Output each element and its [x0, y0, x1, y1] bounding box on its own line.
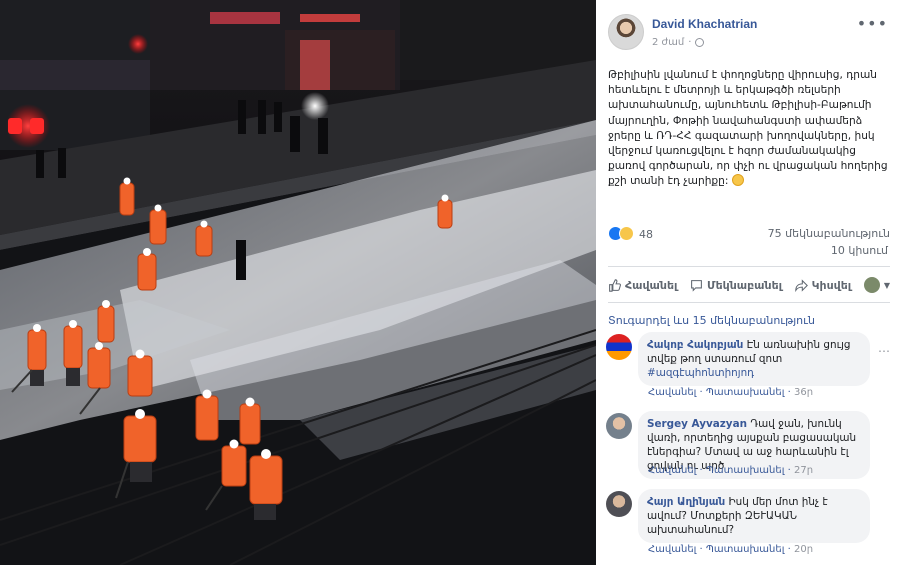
- comment-bubble: Հակոբ Հակոբյան Էն առնախին ցույց տվեք թող…: [638, 332, 870, 386]
- emoji-icon: [731, 174, 744, 187]
- reactions-bar: 48 75 մեկնաբանություն: [608, 226, 890, 242]
- comment-time[interactable]: 27ր: [794, 465, 813, 476]
- chevron-down-icon: ▼: [883, 280, 890, 290]
- like-label: Հավանել: [625, 278, 678, 292]
- comment-bubble: Հայր Աղինյան Իսկ մեր մոտ ինչ է ավում? Մո…: [638, 489, 870, 543]
- like-button[interactable]: Հավանել: [608, 279, 677, 292]
- comment-time[interactable]: 20ր: [794, 544, 813, 555]
- author-name[interactable]: David Khachatrian: [652, 17, 757, 31]
- street-cleaning-photo: [0, 0, 596, 565]
- thumbs-up-icon: [609, 278, 621, 292]
- commenter-name[interactable]: Հակոբ Հակոբյան: [647, 339, 743, 351]
- comment-item: Հայր Աղինյան Իսկ մեր մոտ ինչ է ավում? Մո…: [606, 489, 894, 559]
- post-body: Թբիլիսին լվանում է փողոցները վիրուսից, դ…: [608, 69, 888, 188]
- comment-like-link[interactable]: Հավանել: [648, 465, 696, 476]
- comment-meta: Հավանել · Պատասխանել · 20ր: [648, 544, 814, 555]
- haha-reaction-icon[interactable]: [619, 226, 634, 241]
- post-time[interactable]: 2 ժամ: [652, 37, 684, 48]
- post-actions: Հավանել Մեկնաբանել Կիսվել ▼: [608, 276, 890, 294]
- post-text: Թբիլիսին լվանում է փողոցները վիրուսից, դ…: [608, 68, 890, 190]
- comment-time[interactable]: 36ր: [794, 387, 813, 398]
- comment-meta: Հավանել · Պատասխանել · 36ր: [648, 387, 814, 398]
- post-meta: 2 ժամ ·: [652, 37, 705, 48]
- hashtag-link[interactable]: #ազգէպհոնտիոյոդ: [647, 367, 754, 379]
- post-header: David Khachatrian 2 ժամ · •••: [608, 14, 890, 54]
- reaction-as-selector[interactable]: ▼: [863, 277, 890, 293]
- comment-meta: Հավանել · Պատասխանել · 27ր: [648, 465, 814, 476]
- commenter-avatar[interactable]: [606, 491, 632, 517]
- reactions-count[interactable]: 48: [639, 228, 653, 241]
- comments-count[interactable]: 75 մեկնաբանություն: [768, 227, 890, 240]
- share-label: Կիսվել: [811, 278, 852, 292]
- comment-item: Հակոբ Հակոբյան Էն առնախին ցույց տվեք թող…: [606, 332, 894, 398]
- comment-like-link[interactable]: Հավանել: [648, 544, 696, 555]
- shares-count[interactable]: 10 կիսում: [831, 244, 888, 257]
- author-avatar[interactable]: [608, 14, 644, 50]
- comment-reply-link[interactable]: Պատասխանել: [706, 387, 785, 398]
- divider: [608, 266, 890, 267]
- divider: [608, 302, 890, 303]
- globe-icon: [695, 38, 705, 47]
- comment-item: Sergey Ayvazyan Դավ ջան, խունկ վառի, որտ…: [606, 411, 894, 481]
- commenter-name[interactable]: Sergey Ayvazyan: [647, 418, 747, 430]
- commenter-avatar[interactable]: [606, 334, 632, 360]
- share-icon: [794, 278, 808, 292]
- post-sidebar: David Khachatrian 2 ժամ · ••• Թբիլիսին լ…: [596, 0, 900, 565]
- commenter-name[interactable]: Հայր Աղինյան: [647, 496, 725, 508]
- view-more-comments-link[interactable]: Տուգարդել ևս 15 մեկնաբանություն: [608, 314, 815, 327]
- comment-like-link[interactable]: Հավանել: [648, 387, 696, 398]
- more-options-icon[interactable]: •••: [857, 14, 888, 33]
- user-avatar-small: [863, 277, 880, 293]
- comment-reply-link[interactable]: Պատասխանել: [706, 465, 785, 476]
- commenter-avatar[interactable]: [606, 413, 632, 439]
- comment-icon: [691, 279, 702, 292]
- comment-button[interactable]: Մեկնաբանել: [690, 279, 782, 292]
- post-photo[interactable]: [0, 0, 596, 565]
- comment-label: Մեկնաբանել: [707, 278, 783, 292]
- comment-options-icon[interactable]: ⋯: [878, 344, 890, 358]
- share-button[interactable]: Կիսվել: [794, 278, 852, 292]
- comment-reply-link[interactable]: Պատասխանել: [706, 544, 785, 555]
